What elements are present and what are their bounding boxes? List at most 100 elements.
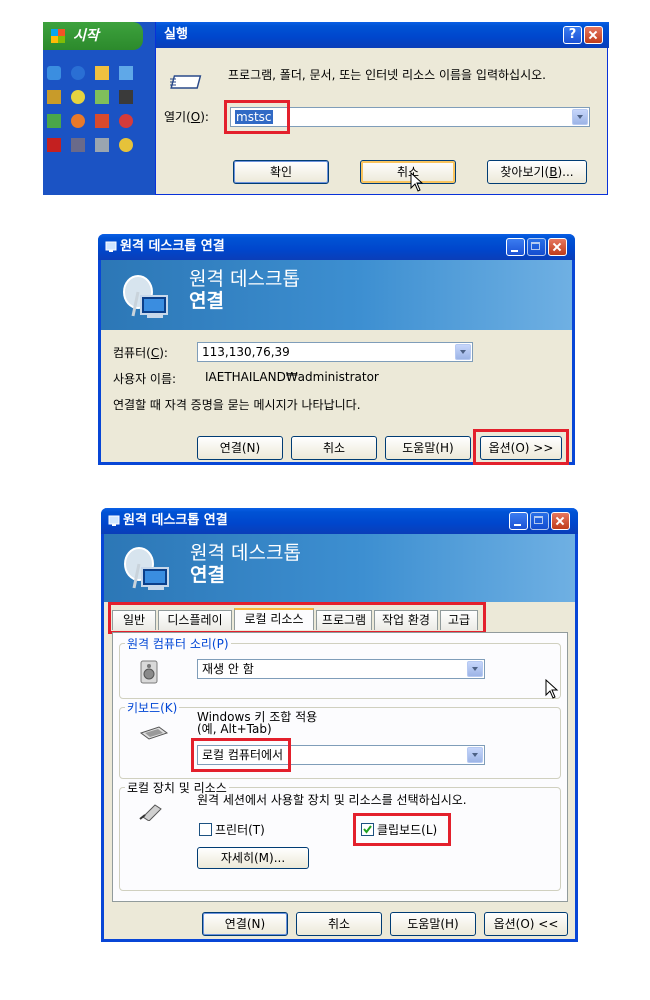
start-menu-panel: 시작 (43, 22, 155, 195)
computer-input[interactable]: 113,130,76,39 (197, 342, 473, 362)
run-title-bar: 실행 ? (156, 22, 609, 48)
ok-button[interactable]: 확인 (233, 160, 329, 184)
quick-launch-icons (47, 66, 143, 156)
browse-label-suffix: )... (557, 165, 574, 179)
open-input-highlight (224, 100, 290, 134)
options-highlight (473, 429, 569, 465)
monitor-satellite-icon (122, 544, 172, 594)
rdp2-banner-line1: 원격 데스크톱 (190, 542, 301, 564)
open-dropdown-arrow-icon[interactable] (572, 109, 588, 125)
keyboard-highlight (191, 738, 291, 772)
keyboard-icon (139, 725, 169, 741)
paint-icon[interactable] (71, 90, 85, 104)
tool-icon[interactable] (95, 90, 109, 104)
speaker-icon (139, 659, 161, 685)
rdp1-banner-line2: 연결 (189, 290, 224, 312)
run-description: 프로그램, 폴더, 문서, 또는 인터넷 리소스 이름을 입력하십시오. (228, 68, 546, 82)
connect-button[interactable]: 연결(N) (202, 912, 288, 936)
cancel-button[interactable]: 취소 (360, 160, 456, 184)
open-label-key: O (190, 110, 201, 124)
printer-label[interactable]: 프린터(T) (215, 821, 265, 838)
rdp1-banner: 원격 데스크톱 연결 (101, 260, 572, 330)
ie-icon[interactable] (71, 66, 85, 80)
usb-device-icon (137, 799, 165, 822)
rdp2-title: 원격 데스크톱 연결 (123, 513, 228, 528)
toy-icon[interactable] (47, 90, 61, 104)
sound-select-value: 재생 안 함 (202, 662, 254, 676)
rdp2-banner: 원격 데스크톱 연결 (104, 534, 575, 602)
tab-page: 원격 컴퓨터 소리(P) 재생 안 함 키보드(K) Windows 키 조합 … (112, 632, 568, 902)
user-label: 사용자 이름: (113, 372, 177, 386)
rdp2-banner-line2: 연결 (190, 564, 225, 586)
sound-dropdown-arrow-icon[interactable] (467, 661, 483, 677)
run-title: 실행 (164, 27, 188, 42)
maximize-button[interactable] (527, 238, 546, 256)
connect-button[interactable]: 연결(N) (197, 436, 283, 460)
keyboard-group (119, 707, 561, 779)
rdp-dialog-collapsed: 원격 데스크톱 연결 원격 데스크톱 연결 컴퓨터(C): 113,130,76… (98, 234, 575, 465)
help-button[interactable]: 도움말(H) (385, 436, 471, 460)
start-button[interactable]: 시작 (43, 22, 143, 50)
filezilla-icon[interactable] (47, 138, 61, 152)
computer-dropdown-arrow-icon[interactable] (455, 344, 471, 360)
rdp-dialog-expanded: 원격 데스크톱 연결 원격 데스크톱 연결 일반 디스플레이 로컬 리소스 프로… (101, 508, 578, 942)
computer-label-suffix: ): (159, 346, 168, 360)
computer-label-key: C (150, 346, 160, 360)
credential-info-text: 연결할 때 자격 증명을 묻는 메시지가 나타납니다. (113, 398, 361, 412)
media-icon[interactable] (95, 114, 109, 128)
mouse-cursor-icon (410, 171, 424, 192)
open-label-prefix: 열기( (164, 110, 191, 124)
mouse-cursor-icon (545, 678, 559, 699)
rdp1-title-bar: 원격 데스크톱 연결 (98, 234, 575, 260)
user-value: IAETHAILAND₩administrator (205, 370, 379, 384)
opera-icon[interactable] (119, 114, 133, 128)
run-program-icon (170, 70, 204, 90)
details-button[interactable]: 자세히(M)... (197, 847, 309, 869)
close-title-button[interactable] (584, 26, 603, 44)
maximize-button[interactable] (530, 512, 549, 530)
open-label-suffix: ): (200, 110, 209, 124)
computer-input-value: 113,130,76,39 (202, 345, 290, 359)
help-title-button[interactable]: ? (563, 26, 582, 44)
printer-app-icon[interactable] (119, 90, 133, 104)
help-button[interactable]: 도움말(H) (390, 912, 476, 936)
sound-group-label: 원격 컴퓨터 소리(P) (125, 635, 231, 652)
tabs-highlight (108, 602, 486, 634)
remote-desktop-icon[interactable] (119, 66, 133, 80)
browse-label-prefix: 찾아보기( (500, 165, 550, 179)
firefox-icon[interactable] (71, 114, 85, 128)
clipboard-highlight (353, 813, 451, 846)
minimize-button[interactable] (506, 238, 525, 256)
computer-label: 컴퓨터(C): (113, 344, 168, 361)
sound-select[interactable]: 재생 안 함 (197, 659, 485, 679)
network-icon[interactable] (47, 114, 61, 128)
close-button[interactable] (548, 238, 567, 256)
run-window: 실행 ? 프로그램, 폴더, 문서, 또는 인터넷 리소스 이름을 입력하십시오… (155, 22, 609, 195)
monitor-satellite-icon (121, 272, 171, 322)
app-icon[interactable] (47, 66, 61, 80)
folder-icon[interactable] (95, 66, 109, 80)
keyboard-group-label: 키보드(K) (125, 699, 180, 716)
rdp-title-icon (105, 241, 117, 252)
printer-checkbox[interactable] (199, 823, 212, 836)
computer-label-prefix: 컴퓨터( (113, 346, 151, 360)
palette-icon[interactable] (119, 138, 133, 152)
tool2-icon[interactable] (95, 138, 109, 152)
cancel-button[interactable]: 취소 (296, 912, 382, 936)
rdp1-title: 원격 데스크톱 연결 (120, 239, 225, 254)
cancel-button[interactable]: 취소 (291, 436, 377, 460)
devices-desc: 원격 세션에서 사용할 장치 및 리소스를 선택하십시오. (197, 793, 467, 807)
open-label: 열기(O): (164, 108, 209, 125)
close-button[interactable] (551, 512, 570, 530)
calc-icon[interactable] (71, 138, 85, 152)
options-button[interactable]: 옵션(O) << (484, 912, 568, 936)
keyboard-dropdown-arrow-icon[interactable] (467, 747, 483, 763)
minimize-button[interactable] (509, 512, 528, 530)
browse-button[interactable]: 찾아보기(B)... (487, 160, 587, 184)
rdp-title-icon (108, 515, 120, 526)
keyboard-desc-line2: (예, Alt+Tab) (197, 722, 272, 736)
rdp2-title-bar: 원격 데스크톱 연결 (101, 508, 578, 534)
start-label: 시작 (73, 28, 99, 44)
rdp1-banner-line1: 원격 데스크톱 (189, 268, 300, 290)
windows-logo-icon (51, 29, 65, 43)
